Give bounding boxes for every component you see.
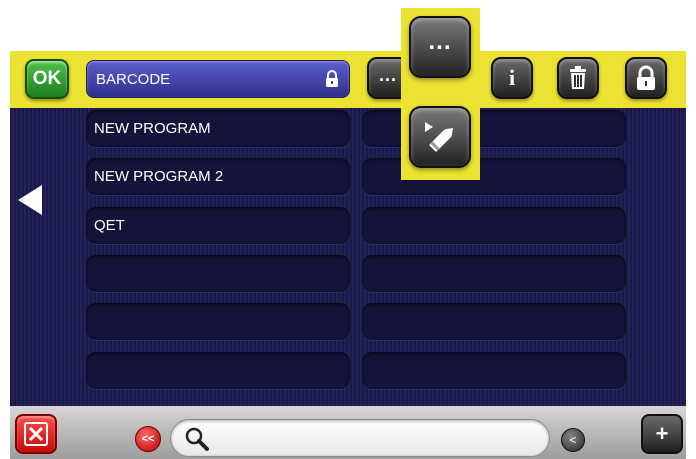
add-button[interactable]: + [641, 414, 683, 454]
cancel-button[interactable] [15, 414, 57, 454]
program-list-item[interactable]: NEW PROGRAM 2 [86, 158, 350, 195]
program-name-label: BARCODE [96, 70, 171, 88]
info-icon: i [508, 65, 516, 90]
lock-icon [637, 65, 655, 90]
program-list-item[interactable] [362, 303, 626, 340]
ellipsis-icon: ... [378, 64, 397, 85]
program-list-item[interactable]: QET [86, 207, 350, 244]
rewind-button[interactable]: << [135, 426, 161, 452]
ok-button[interactable]: OK [25, 59, 69, 99]
program-list-item[interactable] [362, 352, 626, 389]
back-arrow-icon[interactable] [16, 183, 44, 217]
program-list-item[interactable] [86, 352, 350, 389]
popup-edit-button[interactable] [409, 106, 471, 168]
program-list-item[interactable] [86, 303, 350, 340]
program-name-field[interactable]: BARCODE [86, 60, 350, 98]
close-icon [24, 422, 48, 446]
ellipsis-icon: ... [428, 28, 452, 55]
program-list-item[interactable]: NEW PROGRAM [86, 110, 350, 147]
lock-icon [326, 70, 338, 87]
options-popup: ... [401, 8, 480, 180]
search-icon [185, 427, 209, 451]
search-input[interactable] [170, 419, 550, 457]
previous-button[interactable]: < [561, 428, 585, 452]
program-list-item[interactable] [86, 255, 350, 292]
lock-button[interactable] [625, 57, 667, 99]
trash-icon [570, 66, 586, 89]
program-list-item[interactable] [362, 207, 626, 244]
info-button[interactable]: i [491, 57, 533, 99]
edit-pencil-icon [425, 122, 454, 152]
popup-more-button[interactable]: ... [409, 16, 471, 78]
program-list-item[interactable] [362, 255, 626, 292]
delete-program-button[interactable] [557, 57, 599, 99]
